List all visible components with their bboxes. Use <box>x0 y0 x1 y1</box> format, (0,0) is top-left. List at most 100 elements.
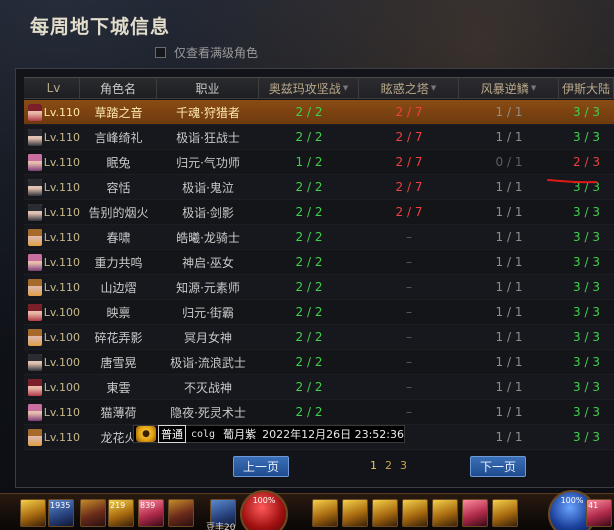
header-storm-scale[interactable]: 风暴逆鳞 ▼ <box>459 78 559 98</box>
level-text: Lv.110 <box>43 430 80 444</box>
table-row[interactable]: Lv.100 唐雪晃 极诣·流浪武士 2 / 2 – 1 / 1 3 / 3 <box>24 350 614 375</box>
character-avatar <box>28 228 42 246</box>
isys-continent-count: 3 / 3 <box>573 305 600 319</box>
ozma-raid-count: 2 / 2 <box>295 180 323 194</box>
header-lv[interactable]: Lv <box>24 78 80 98</box>
skill-slot[interactable] <box>492 499 518 527</box>
storm-scale-count: 1 / 1 <box>495 405 523 419</box>
page-1-link[interactable]: 1 <box>370 459 377 472</box>
table-row[interactable]: Lv.110 容恬 极诣·鬼泣 2 / 22 / 71 / 13 / 3 <box>24 175 614 200</box>
next-page-button[interactable]: 下一页 <box>470 456 526 477</box>
ozma-raid-count: 2 / 2 <box>295 330 323 344</box>
header-tower-of-illusion[interactable]: 眩惑之塔 ▼ <box>359 78 459 98</box>
ozma-raid-count: 2 / 2 <box>295 305 323 319</box>
table-row[interactable]: Lv.100 碎花弄影 冥月女神 2 / 2 – 1 / 1 3 / 3 <box>24 325 614 350</box>
storm-scale-count: 1 / 1 <box>495 205 523 219</box>
level-text: Lv.110 <box>43 105 80 119</box>
level-cell: Lv.110 <box>24 278 80 296</box>
character-class: 极诣·流浪武士 <box>170 355 246 370</box>
header-character-name[interactable]: 角色名 <box>80 78 157 98</box>
table-row[interactable]: Lv.110 告别的烟火 极诣·剑影 2 / 2 2 / 7 1 / 1 3 / 3 <box>24 200 614 225</box>
hp-orb: 100% <box>240 490 288 530</box>
table-row[interactable]: Lv.110 眠兔 归元·气功师 1 / 2 2 / 7 0 / 1 2 / 3 <box>24 150 614 175</box>
character-name: 東雲 <box>106 380 131 395</box>
isys-continent-count: 3 / 3 <box>573 330 600 344</box>
level-text: Lv.110 <box>43 230 80 244</box>
tower-of-illusion-count: – <box>406 330 412 344</box>
level-text: Lv.110 <box>43 130 80 144</box>
hotbar-slot[interactable] <box>20 499 46 527</box>
ozma-raid-count: 2 / 2 <box>295 380 323 394</box>
character-avatar <box>28 278 42 296</box>
isys-continent-count: 3 / 3 <box>573 280 600 294</box>
table-row[interactable]: Lv.110 言峰绮礼 极诣·狂战士 2 / 2 2 / 7 1 / 1 3 / 3 <box>24 125 614 150</box>
hotbar-bottom-text: 豆丰20 <box>206 523 236 530</box>
header-class[interactable]: 职业 <box>157 78 259 98</box>
tower-of-illusion-count: – <box>406 380 412 394</box>
chat-source: colg <box>191 428 216 440</box>
level-text: Lv.110 <box>43 180 80 194</box>
level-cell: Lv.110 <box>24 178 80 196</box>
table-row[interactable]: Lv.100 映禀 归元·街霸 2 / 2 – 1 / 1 3 / 3 <box>24 300 614 325</box>
table-row[interactable]: Lv.110 草踏之音 千魂·狩猎者 2 / 2 2 / 7 1 / 1 3 / 3 <box>24 100 614 125</box>
hotbar-slot-counter-3[interactable]: 839 <box>138 499 164 527</box>
max-level-filter[interactable]: 仅查看满级角色 <box>155 44 258 61</box>
skill-slot[interactable] <box>462 499 488 527</box>
character-avatar <box>28 253 42 271</box>
page-3-link[interactable]: 3 <box>400 459 407 472</box>
table-row[interactable]: Lv.110 山边熠 知源·元素师 2 / 2 – 1 / 1 3 / 3 <box>24 275 614 300</box>
table-row[interactable]: Lv.110 重力共鸣 神启·巫女 2 / 2 – 1 / 1 3 / 3 <box>24 250 614 275</box>
level-cell: Lv.110 <box>24 403 80 421</box>
isys-continent-count: 3 / 3 <box>573 205 600 219</box>
chat-timestamp: 2022年12月26日 23:52:36 <box>262 428 404 441</box>
character-avatar <box>28 203 42 221</box>
character-avatar <box>28 353 42 371</box>
max-level-filter-label: 仅查看满级角色 <box>174 46 259 60</box>
character-class: 极诣·剑影 <box>182 205 234 220</box>
ozma-raid-count: 2 / 2 <box>295 280 323 294</box>
storm-scale-count: 1 / 1 <box>495 305 523 319</box>
table-row[interactable]: Lv.100 東雲 不灭战神 2 / 2 – 1 / 1 3 / 3 <box>24 375 614 400</box>
previous-page-button[interactable]: 上一页 <box>233 456 289 477</box>
hotbar-slot-counter-4[interactable]: 41 <box>586 499 612 527</box>
ozma-raid-count: 2 / 2 <box>295 405 323 419</box>
tower-of-illusion-count: 2 / 7 <box>395 155 423 169</box>
storm-scale-count: 1 / 1 <box>495 355 523 369</box>
ozma-raid-count: 1 / 2 <box>295 155 323 169</box>
ozma-raid-count: 2 / 2 <box>295 130 323 144</box>
header-isys-continent[interactable]: 伊斯大陆 <box>559 78 614 98</box>
level-text: Lv.110 <box>43 405 80 419</box>
character-name: 春啸 <box>106 230 131 245</box>
chat-channel-badge: 普通 <box>158 425 186 443</box>
character-name: 眠兔 <box>106 155 131 170</box>
character-class: 隐夜·死灵术士 <box>170 405 246 420</box>
character-class: 知源·元素师 <box>176 280 240 295</box>
hotbar-slot[interactable] <box>80 499 106 527</box>
table-body: Lv.110 草踏之音 千魂·狩猎者 2 / 22 / 71 / 13 / 3 Lv.1… <box>24 100 614 450</box>
storm-scale-count: 1 / 1 <box>495 230 523 244</box>
table-row[interactable]: Lv.110 猫薄荷 隐夜·死灵术士 2 / 2 – 1 / 1 3 / 3 <box>24 400 614 425</box>
skill-slot[interactable] <box>342 499 368 527</box>
character-avatar <box>28 403 42 421</box>
skill-slot[interactable] <box>432 499 458 527</box>
character-class: 归元·街霸 <box>182 305 234 320</box>
page-2-link[interactable]: 2 <box>385 459 392 472</box>
sort-icon: ▼ <box>430 84 437 92</box>
tower-of-illusion-count: – <box>406 255 412 269</box>
skill-slot[interactable] <box>312 499 338 527</box>
hotbar-slot-counter-2[interactable]: 219 <box>108 499 134 527</box>
isys-continent-count: 3 / 3 <box>573 130 600 144</box>
max-level-checkbox[interactable] <box>155 47 166 58</box>
skill-slot[interactable] <box>402 499 428 527</box>
header-ozma-raid[interactable]: 奥兹玛攻坚战 ▼ <box>259 78 359 98</box>
table-row[interactable]: Lv.110 春啸 皓曦·龙骑士 2 / 2 – 1 / 1 3 / 3 <box>24 225 614 250</box>
hotbar-slot-counter-1[interactable]: 1935 <box>48 499 74 527</box>
tower-of-illusion-count: 2 / 7 <box>395 105 423 119</box>
hotbar-slot[interactable] <box>168 499 194 527</box>
skill-slot[interactable] <box>372 499 398 527</box>
level-cell: Lv.100 <box>24 378 80 396</box>
chat-username: 葡月紫 <box>223 428 257 441</box>
level-cell: Lv.100 <box>24 353 80 371</box>
level-cell: Lv.110 <box>24 203 80 221</box>
tower-of-illusion-count: – <box>406 405 412 419</box>
